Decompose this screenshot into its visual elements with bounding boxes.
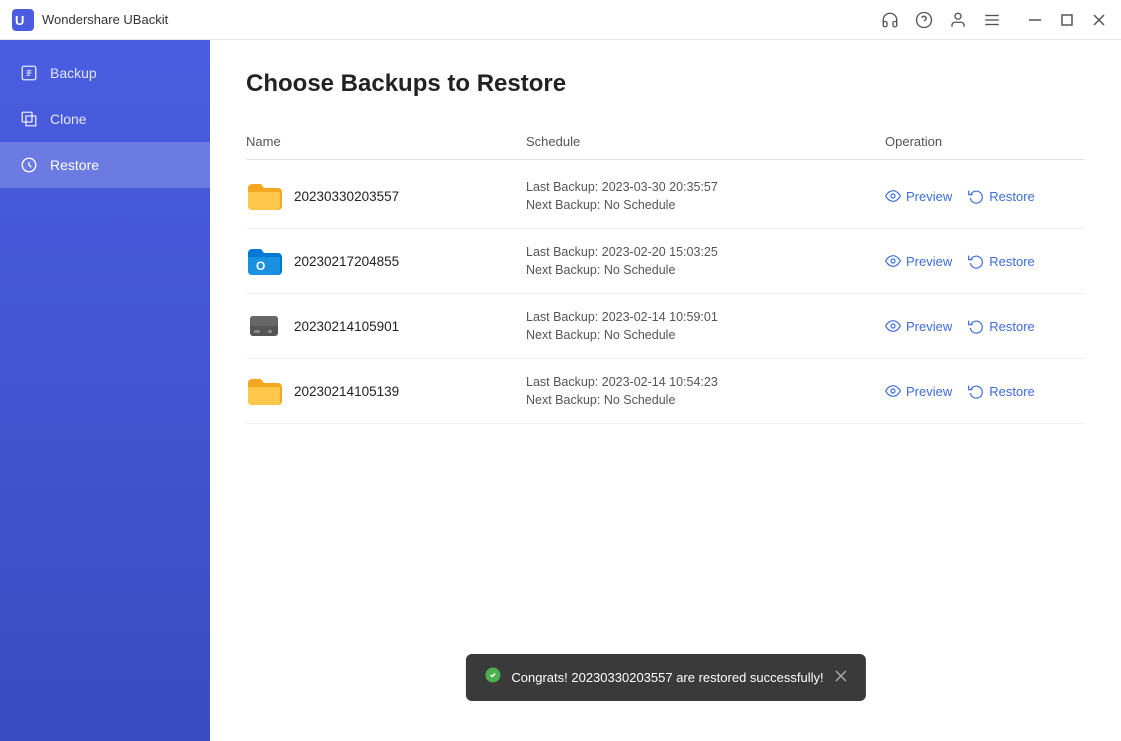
sidebar-label-restore: Restore bbox=[50, 157, 99, 173]
table-row: O 20230217204855 Last Backup: 2023-02-20… bbox=[246, 229, 1085, 294]
table-header: Name Schedule Operation bbox=[246, 126, 1085, 160]
schedule-info-2: Last Backup: 2023-02-20 15:03:25 Next Ba… bbox=[526, 245, 885, 277]
eye-icon bbox=[885, 188, 901, 204]
main-layout: Backup Clone Restore Choose Backup bbox=[0, 40, 1121, 741]
toast-message: Congrats! 20230330203557 are restored su… bbox=[511, 670, 823, 685]
page-title: Choose Backups to Restore bbox=[246, 70, 1085, 98]
restore-icon bbox=[20, 156, 38, 174]
next-backup-2: Next Backup: No Schedule bbox=[526, 263, 885, 277]
restore-button-1[interactable]: Restore bbox=[968, 188, 1035, 204]
restore-op-icon-4 bbox=[968, 383, 984, 399]
restore-op-icon bbox=[968, 188, 984, 204]
toast-container: Congrats! 20230330203557 are restored su… bbox=[465, 654, 865, 701]
last-backup-4: Last Backup: 2023-02-14 10:54:23 bbox=[526, 375, 885, 389]
content-area: Choose Backups to Restore Name Schedule … bbox=[210, 40, 1121, 741]
preview-button-4[interactable]: Preview bbox=[885, 383, 952, 399]
app-title: Wondershare UBackit bbox=[42, 12, 168, 27]
help-icon[interactable] bbox=[915, 11, 933, 29]
sidebar-label-backup: Backup bbox=[50, 65, 97, 81]
minimize-button[interactable] bbox=[1025, 10, 1045, 30]
last-backup-1: Last Backup: 2023-03-30 20:35:57 bbox=[526, 180, 885, 194]
schedule-info-3: Last Backup: 2023-02-14 10:59:01 Next Ba… bbox=[526, 310, 885, 342]
restore-button-4[interactable]: Restore bbox=[968, 383, 1035, 399]
svg-text:U: U bbox=[15, 13, 24, 28]
svg-text:O: O bbox=[256, 259, 265, 273]
col-name: Name bbox=[246, 134, 526, 149]
next-backup-3: Next Backup: No Schedule bbox=[526, 328, 885, 342]
maximize-button[interactable] bbox=[1057, 10, 1077, 30]
eye-icon-4 bbox=[885, 383, 901, 399]
toast-check-icon bbox=[483, 666, 501, 689]
backup-name-4: 20230214105139 bbox=[246, 373, 526, 409]
title-bar: U Wondershare UBackit bbox=[0, 0, 1121, 40]
sidebar: Backup Clone Restore bbox=[0, 40, 210, 741]
eye-icon-2 bbox=[885, 253, 901, 269]
backup-name-1: 20230330203557 bbox=[246, 178, 526, 214]
title-bar-left: U Wondershare UBackit bbox=[12, 9, 168, 31]
next-backup-1: Next Backup: No Schedule bbox=[526, 198, 885, 212]
title-bar-right bbox=[881, 10, 1109, 30]
table-row: 20230214105139 Last Backup: 2023-02-14 1… bbox=[246, 359, 1085, 424]
col-schedule: Schedule bbox=[526, 134, 885, 149]
toast-close-button[interactable] bbox=[834, 669, 848, 686]
restore-button-2[interactable]: Restore bbox=[968, 253, 1035, 269]
sidebar-item-restore[interactable]: Restore bbox=[0, 142, 210, 188]
folder-drive-icon bbox=[246, 308, 282, 344]
operation-btns-1: Preview Restore bbox=[885, 188, 1085, 204]
folder-outlook-icon: O bbox=[246, 243, 282, 279]
backup-label-3: 20230214105901 bbox=[294, 319, 399, 334]
table-row: 20230214105901 Last Backup: 2023-02-14 1… bbox=[246, 294, 1085, 359]
backup-name-3: 20230214105901 bbox=[246, 308, 526, 344]
account-icon[interactable] bbox=[949, 11, 967, 29]
preview-button-1[interactable]: Preview bbox=[885, 188, 952, 204]
folder-yellow-icon bbox=[246, 178, 282, 214]
backup-icon bbox=[20, 64, 38, 82]
toast: Congrats! 20230330203557 are restored su… bbox=[465, 654, 865, 701]
restore-op-icon-2 bbox=[968, 253, 984, 269]
backup-name-2: O 20230217204855 bbox=[246, 243, 526, 279]
content-inner: Choose Backups to Restore Name Schedule … bbox=[210, 40, 1121, 454]
preview-button-2[interactable]: Preview bbox=[885, 253, 952, 269]
last-backup-3: Last Backup: 2023-02-14 10:59:01 bbox=[526, 310, 885, 324]
sidebar-item-clone[interactable]: Clone bbox=[0, 96, 210, 142]
close-button[interactable] bbox=[1089, 10, 1109, 30]
sidebar-label-clone: Clone bbox=[50, 111, 87, 127]
sidebar-item-backup[interactable]: Backup bbox=[0, 50, 210, 96]
last-backup-2: Last Backup: 2023-02-20 15:03:25 bbox=[526, 245, 885, 259]
schedule-info-1: Last Backup: 2023-03-30 20:35:57 Next Ba… bbox=[526, 180, 885, 212]
preview-button-3[interactable]: Preview bbox=[885, 318, 952, 334]
backup-label-1: 20230330203557 bbox=[294, 189, 399, 204]
clone-icon bbox=[20, 110, 38, 128]
eye-icon-3 bbox=[885, 318, 901, 334]
restore-button-3[interactable]: Restore bbox=[968, 318, 1035, 334]
operation-btns-4: Preview Restore bbox=[885, 383, 1085, 399]
col-operation: Operation bbox=[885, 134, 1085, 149]
operation-btns-3: Preview Restore bbox=[885, 318, 1085, 334]
next-backup-4: Next Backup: No Schedule bbox=[526, 393, 885, 407]
backup-label-2: 20230217204855 bbox=[294, 254, 399, 269]
operation-btns-2: Preview Restore bbox=[885, 253, 1085, 269]
restore-op-icon-3 bbox=[968, 318, 984, 334]
app-logo: U bbox=[12, 9, 34, 31]
headset-icon[interactable] bbox=[881, 11, 899, 29]
folder-yellow-icon-2 bbox=[246, 373, 282, 409]
window-controls bbox=[1025, 10, 1109, 30]
menu-icon[interactable] bbox=[983, 11, 1001, 29]
schedule-info-4: Last Backup: 2023-02-14 10:54:23 Next Ba… bbox=[526, 375, 885, 407]
backup-label-4: 20230214105139 bbox=[294, 384, 399, 399]
table-row: 20230330203557 Last Backup: 2023-03-30 2… bbox=[246, 164, 1085, 229]
